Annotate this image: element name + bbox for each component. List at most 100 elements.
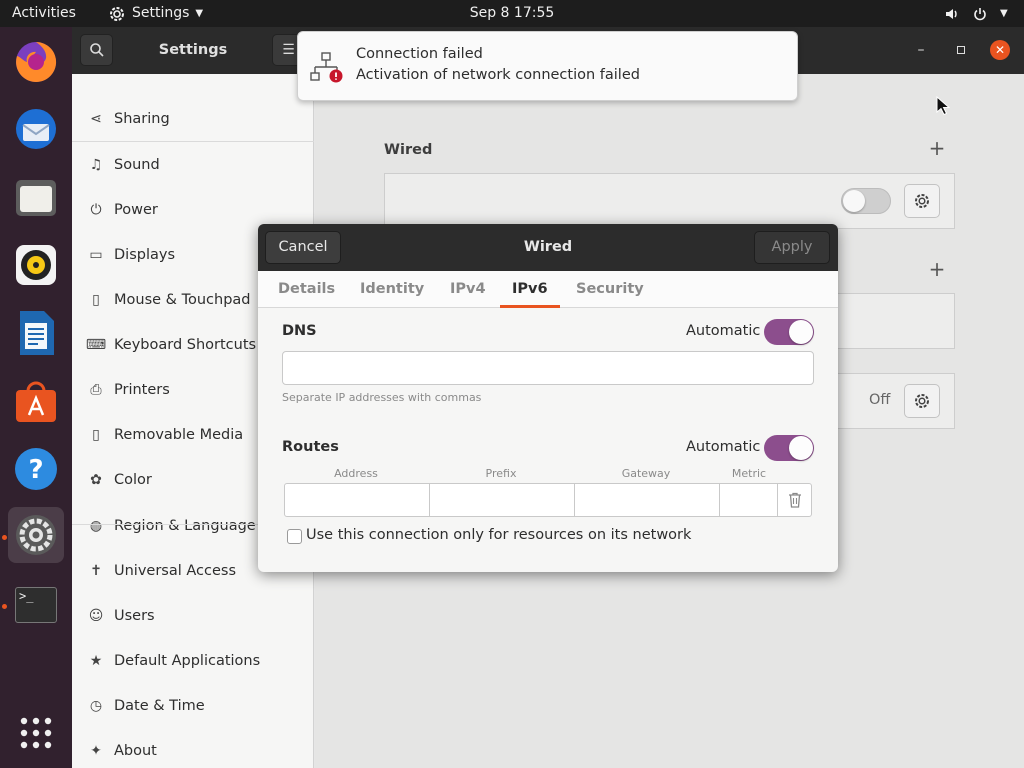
sidebar-item-about[interactable]: ✦ About [72, 728, 314, 768]
removable-media-icon: ▯ [92, 426, 100, 443]
local-only-label[interactable]: Use this connection only for resources o… [306, 527, 691, 543]
dialog-title: Wired [523, 239, 573, 255]
keyboard-icon: ⌨ [85, 336, 107, 353]
rhythmbox-launcher[interactable] [8, 237, 64, 293]
gear-icon [110, 6, 124, 21]
wired-toggle[interactable] [841, 188, 891, 214]
local-only-checkbox[interactable] [287, 529, 302, 544]
files-launcher[interactable] [8, 169, 64, 225]
plus-icon: + [928, 136, 946, 160]
sidebar-item-label: Universal Access [114, 562, 237, 579]
apply-button[interactable]: Apply [754, 231, 830, 264]
folder-icon [16, 180, 56, 216]
writer-launcher[interactable] [8, 305, 64, 361]
tab-ipv4[interactable]: IPv4 [450, 271, 486, 308]
tab-details[interactable]: Details [278, 271, 335, 308]
toggle-knob [789, 320, 813, 344]
delete-route-button[interactable] [778, 484, 812, 516]
sidebar-item-label: Printers [114, 381, 170, 398]
top-bar: Activities Settings ▼ Sep 8 17:55 ▼ [0, 0, 1024, 27]
route-prefix-input[interactable] [430, 484, 575, 516]
help-icon: ? [15, 448, 57, 490]
dns-hint: Separate IP addresses with commas [282, 391, 482, 404]
routes-automatic-label: Automatic [686, 439, 761, 455]
route-address-input[interactable] [285, 484, 430, 516]
activities-button[interactable]: Activities [12, 0, 76, 27]
notification-banner[interactable]: Connection failed Activation of network … [297, 31, 798, 101]
volume-icon [946, 8, 957, 19]
tab-identity[interactable]: Identity [360, 271, 424, 308]
route-gateway-header: Gateway [621, 467, 671, 480]
printer-icon: ⎙ [90, 381, 102, 398]
route-address-header: Address [334, 467, 378, 480]
dock: ? >_ [0, 27, 72, 768]
chevron-down-icon: ▼ [1000, 8, 1008, 19]
toggle-knob [843, 190, 865, 212]
proxy-settings-button[interactable] [904, 384, 940, 418]
tab-security[interactable]: Security [576, 271, 644, 308]
share-icon: ⋖ [90, 110, 102, 127]
sidebar-item-label: Users [114, 607, 155, 624]
sidebar-item-sound[interactable]: ♫ Sound [72, 142, 314, 187]
maximize-button[interactable] [950, 39, 972, 61]
sidebar-item-label: Sharing [114, 110, 170, 127]
running-indicator [2, 535, 7, 540]
users-icon: ☺ [88, 607, 104, 624]
running-indicator [2, 604, 7, 609]
add-vpn-button[interactable]: + [927, 258, 947, 280]
sidebar-item-label: Date & Time [114, 697, 205, 714]
dns-input[interactable] [282, 351, 814, 385]
terminal-icon: >_ [15, 587, 57, 623]
sidebar-item-label: About [114, 742, 157, 759]
help-launcher[interactable]: ? [8, 441, 64, 497]
firefox-launcher[interactable] [8, 33, 64, 89]
sidebar-item-label: Sound [114, 156, 160, 173]
ubuntu-software-launcher[interactable] [8, 373, 64, 429]
toggle-knob [789, 436, 813, 460]
mouse-icon: ▯ [92, 291, 100, 308]
dns-label: DNS [282, 323, 317, 339]
sidebar-item-date-time[interactable]: ◷ Date & Time [72, 683, 314, 728]
sidebar-item-label: Removable Media [114, 426, 244, 443]
sidebar-item-label: Default Applications [114, 652, 261, 669]
rhythmbox-icon [16, 245, 56, 285]
tab-ipv6[interactable]: IPv6 [500, 271, 560, 308]
route-metric-input[interactable] [720, 484, 778, 516]
show-applications-button[interactable] [8, 705, 64, 761]
dns-automatic-toggle[interactable] [764, 319, 814, 345]
about-icon: ✦ [90, 742, 102, 759]
thunderbird-icon [16, 109, 56, 149]
gear-icon [915, 194, 929, 208]
sidebar-separator [72, 141, 314, 142]
gear-icon [915, 394, 929, 408]
route-gateway-input[interactable] [575, 484, 720, 516]
color-icon: ✿ [90, 471, 102, 488]
notification-title: Connection failed [356, 46, 483, 62]
dialog-headerbar: Cancel Wired Apply [258, 224, 838, 271]
sidebar-item-label: Power [114, 201, 158, 218]
star-icon: ★ [89, 652, 103, 669]
sidebar-item-users[interactable]: ☺ Users [72, 593, 314, 638]
maximize-icon [957, 46, 965, 54]
app-menu-button[interactable]: Settings ▼ [108, 0, 203, 27]
sidebar-item-label: Mouse & Touchpad [114, 291, 251, 308]
routes-automatic-toggle[interactable] [764, 435, 814, 461]
system-menu[interactable]: ▼ [944, 0, 1008, 27]
accessibility-icon: ✝ [90, 562, 102, 579]
minimize-button[interactable]: – [910, 39, 932, 61]
close-button[interactable]: ✕ [990, 40, 1010, 60]
route-prefix-header: Prefix [485, 467, 517, 480]
app-menu-label: Settings [132, 5, 190, 21]
terminal-launcher[interactable]: >_ [8, 577, 64, 633]
wired-dialog: Cancel Wired Apply Details Identity IPv4… [258, 224, 838, 572]
wired-settings-button[interactable] [904, 184, 940, 218]
sidebar-item-label: Color [114, 471, 152, 488]
sidebar-item-default-applications[interactable]: ★ Default Applications [72, 638, 314, 683]
wired-heading: Wired [384, 142, 433, 158]
add-wired-button[interactable]: + [927, 137, 947, 159]
sidebar-item-sharing[interactable]: ⋖ Sharing [72, 96, 314, 141]
app-grid-icon [20, 717, 52, 749]
thunderbird-launcher[interactable] [8, 101, 64, 157]
route-row [284, 483, 812, 517]
settings-launcher[interactable] [8, 507, 64, 563]
